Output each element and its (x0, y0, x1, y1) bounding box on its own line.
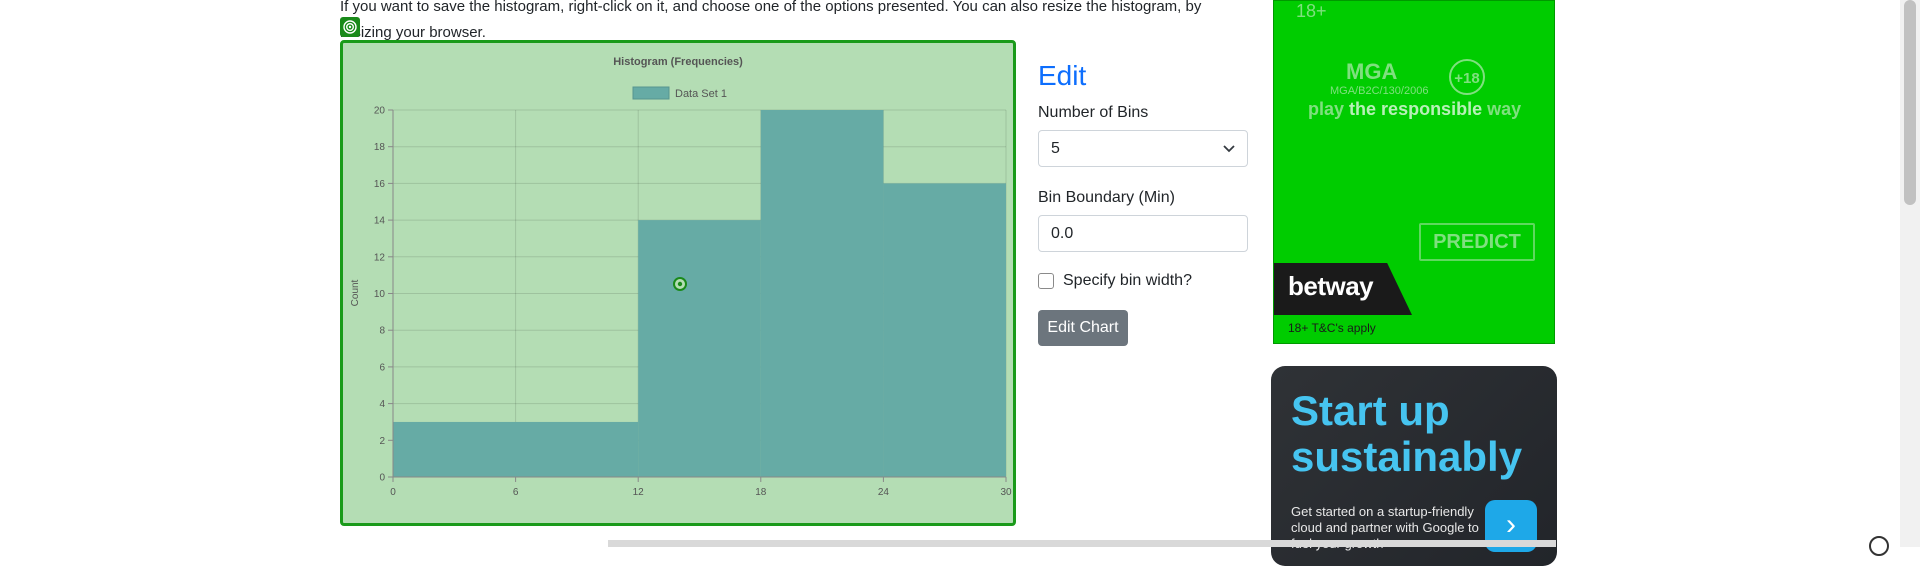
predict-button[interactable]: PREDICT (1419, 223, 1535, 261)
histogram-chart[interactable]: 0 2 4 6 8 10 12 14 16 18 20 0 6 12 18 24 30 Histogram (F… (340, 40, 1016, 526)
chevron-down-icon (1223, 144, 1235, 152)
hover-marker[interactable] (673, 277, 687, 291)
y-tick-label: 6 (379, 362, 385, 373)
x-tick-label: 6 (513, 487, 519, 498)
histogram-bar (883, 183, 1006, 477)
scrollbar-thumb[interactable] (1904, 0, 1916, 205)
betway-ad[interactable]: 18+ MGA MGA/B2C/130/2006 +18 play the re… (1273, 0, 1555, 344)
close-icon[interactable] (1869, 536, 1889, 556)
y-tick-label: 16 (374, 179, 386, 190)
betway-logo: betway (1288, 271, 1374, 301)
chart-title: Histogram (Frequencies) (613, 56, 743, 68)
bottom-ad-strip (608, 540, 1556, 547)
x-tick-label: 30 (1000, 487, 1012, 498)
x-tick-label: 24 (878, 487, 890, 498)
y-tick-label: 4 (379, 399, 385, 410)
bins-value: 5 (1051, 139, 1060, 157)
x-tick-label: 18 (755, 487, 767, 498)
edit-chart-button[interactable]: Edit Chart (1038, 310, 1128, 346)
ad-tc-text: 18+ T&C's apply (1288, 321, 1376, 335)
edit-panel: Edit Number of Bins 5 Bin Boundary (Min)… (1038, 58, 1248, 346)
y-tick-label: 12 (374, 252, 386, 263)
legend-swatch (632, 86, 670, 100)
mga-code: MGA/B2C/130/2006 (1330, 85, 1429, 97)
y-tick-label: 18 (374, 142, 386, 153)
responsible-slogan: play the responsible way (1308, 99, 1522, 119)
histogram-bar (638, 220, 761, 477)
bin-width-checkbox-row[interactable]: Specify bin width? (1038, 272, 1248, 290)
target-icon[interactable] (340, 17, 360, 37)
y-tick-label: 20 (374, 106, 386, 117)
legend-label: Data Set 1 (675, 88, 727, 100)
y-tick-label: 2 (379, 436, 385, 447)
plus18-badge: +18 (1449, 59, 1485, 95)
histogram-svg: 024681012141618200 6 12 18 24 30 Histogram (F… (350, 56, 1012, 498)
bins-label: Number of Bins (1038, 104, 1149, 121)
bin-boundary-input[interactable]: 0.0 (1038, 215, 1248, 252)
cloud-ad-headline: Start up sustainably (1291, 387, 1523, 480)
edit-title: Edit (1038, 60, 1087, 91)
boundary-label: Bin Boundary (Min) (1038, 189, 1175, 206)
mga-logo: MGA (1346, 59, 1398, 84)
number-of-bins-select[interactable]: 5 (1038, 130, 1248, 167)
ad-age-tag: 18+ (1296, 1, 1327, 21)
bin-width-label: Specify bin width? (1063, 272, 1192, 289)
y-tick-label: 0 (379, 473, 385, 484)
cloud-ad[interactable]: Start up sustainably Get started on a st… (1271, 366, 1557, 566)
bin-width-checkbox[interactable] (1038, 273, 1054, 289)
y-tick-label: 10 (374, 289, 386, 300)
y-tick-label: 8 (379, 326, 385, 337)
x-tick-label: 12 (633, 487, 645, 498)
histogram-bar (760, 110, 884, 477)
intro-line-1: If you want to save the histogram, right… (340, 0, 1202, 15)
histogram-bar (393, 421, 639, 477)
y-tick-label: 14 (374, 216, 386, 227)
x-tick-label: 0 (390, 487, 396, 498)
y-axis-label: Count (350, 279, 361, 306)
